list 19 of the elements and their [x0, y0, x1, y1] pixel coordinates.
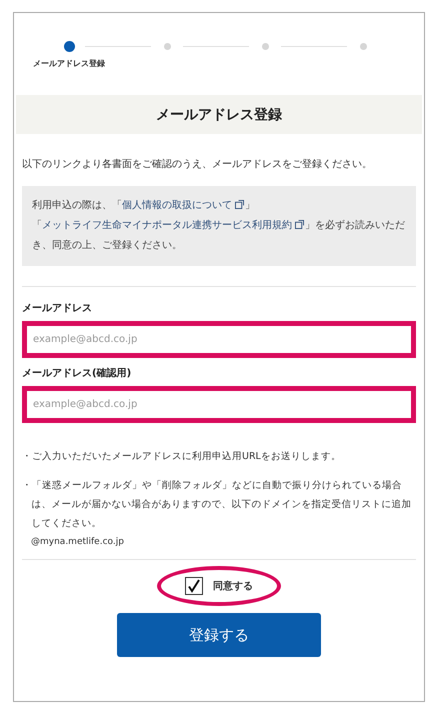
- external-link-icon: [235, 200, 244, 209]
- document-link[interactable]: メットライフ生命マイナポータル連携サービス利用規約: [42, 220, 305, 231]
- agree-checkbox[interactable]: 同意する: [185, 577, 253, 595]
- domain-text: @myna.metlife.co.jp: [31, 537, 125, 547]
- checkbox[interactable]: [185, 577, 203, 595]
- intro-text: 以下のリンクより各書面をご確認のうえ、メールアドレスをご登録ください。: [22, 158, 373, 172]
- note-text: ・「迷惑メールフォルダ」や「削除フォルダ」などに自動で振り分けられている場合は、メールが届かない場合がありますので、以下のドメインを指定受信リストに追加してください。: [22, 479, 412, 531]
- email-input[interactable]: example@abcd.co.jp: [22, 386, 416, 423]
- note-text: ・ご入力いただいたメールアドレスに利用申込用URLをお送りします。: [22, 450, 342, 464]
- check-icon: [187, 579, 201, 593]
- email-input[interactable]: example@abcd.co.jp: [22, 321, 416, 358]
- page-title: メールアドレス登録: [16, 95, 422, 134]
- notice-text: 利用申込の際は、「個人情報の取扱について 」「メットライフ生命マイナポータル連携サービス利用規約 」を必ずお読みいただき、同意の上、ご登録ください。: [22, 186, 416, 266]
- step-label: メールアドレス登録: [33, 58, 105, 69]
- document-link[interactable]: 個人情報の取扱について: [122, 200, 245, 211]
- register-button[interactable]: 登録する: [117, 613, 321, 657]
- field-label: メールアドレス: [22, 302, 93, 315]
- field-label: メールアドレス(確認用): [22, 366, 132, 380]
- external-link-icon: [295, 220, 304, 229]
